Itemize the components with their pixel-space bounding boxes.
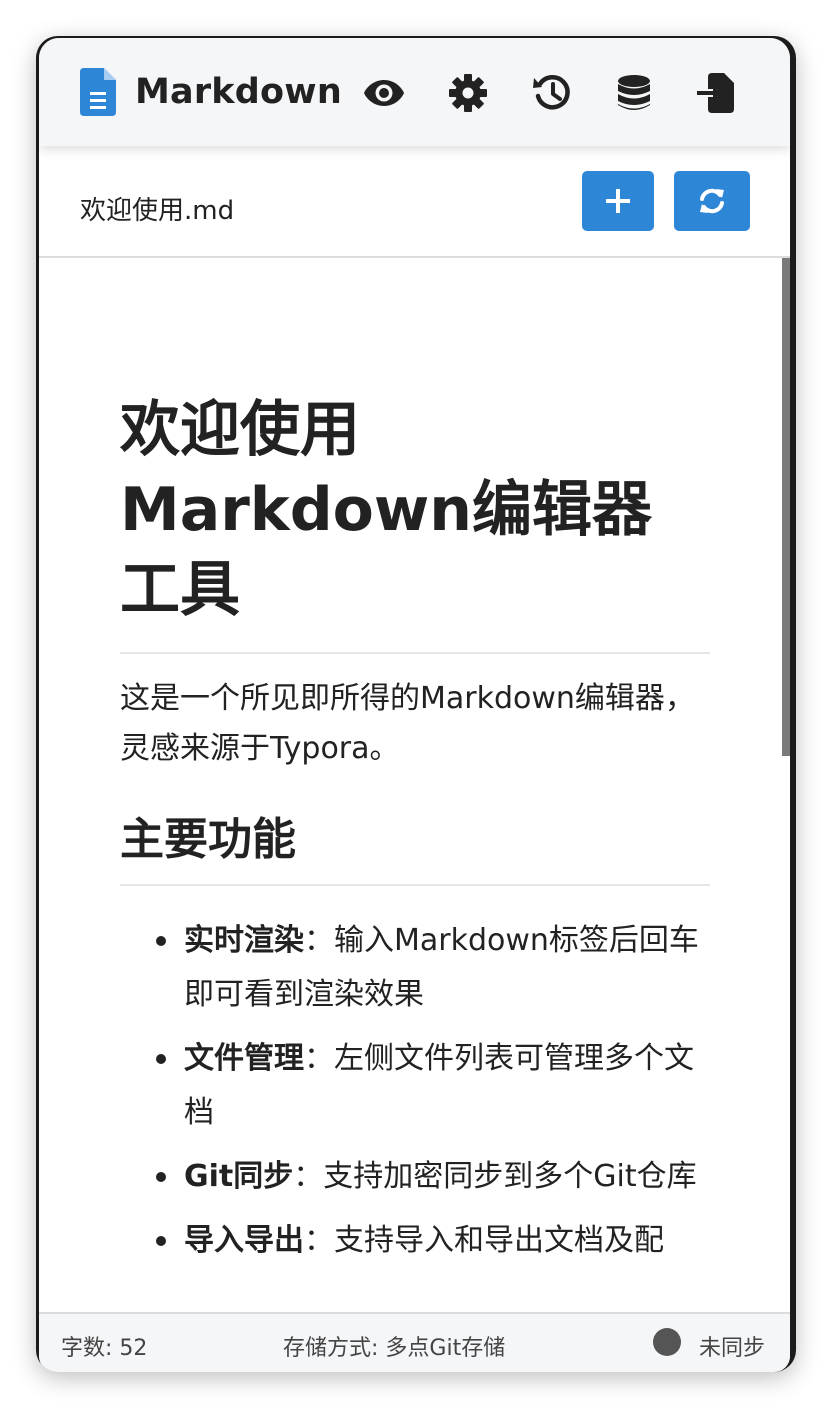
- history-icon: [533, 75, 570, 110]
- feature-description: 支持导入和导出文档及配: [334, 1223, 664, 1258]
- feature-title: 实时渲染: [184, 923, 304, 958]
- scrollbar-thumb[interactable]: [782, 258, 790, 756]
- word-count: 字数: 52: [61, 1336, 148, 1361]
- sync-status: 未同步: [699, 1336, 766, 1361]
- app-window: Markdown 欢迎使用.md 欢迎使用Markdown编辑器工具 这是一个所…: [39, 38, 790, 1372]
- storage-button[interactable]: [613, 72, 655, 114]
- editor-content[interactable]: 欢迎使用Markdown编辑器工具 这是一个所见即所得的Markdown编辑器，…: [39, 258, 790, 1312]
- import-button[interactable]: [695, 72, 737, 114]
- settings-button[interactable]: [447, 72, 489, 114]
- feature-separator: ：: [293, 1159, 324, 1194]
- bullet-icon: [156, 1172, 166, 1182]
- history-button[interactable]: [531, 72, 573, 114]
- status-bar: 字数: 52 存储方式: 多点Git存储 未同步: [39, 1312, 790, 1372]
- list-item: Git同步：支持加密同步到多个Git仓库: [156, 1150, 710, 1204]
- feature-title: Git同步: [184, 1159, 294, 1194]
- feature-separator: ：: [304, 923, 334, 958]
- file-bar: 欢迎使用.md: [39, 146, 790, 258]
- doc-intro-paragraph: 这是一个所见即所得的Markdown编辑器，灵感来源于Typora。: [120, 681, 695, 766]
- list-item: 文件管理：左侧文件列表可管理多个文档: [156, 1032, 710, 1140]
- markdown-document[interactable]: 欢迎使用Markdown编辑器工具 这是一个所见即所得的Markdown编辑器，…: [120, 390, 710, 1278]
- bullet-icon: [156, 936, 166, 946]
- preview-button[interactable]: [363, 72, 405, 114]
- file-import-icon: [697, 73, 734, 113]
- current-filename[interactable]: 欢迎使用.md: [80, 190, 234, 227]
- sync-status-dot-icon: [653, 1328, 681, 1356]
- doc-heading-1: 欢迎使用Markdown编辑器工具: [120, 390, 710, 654]
- refresh-icon: [700, 188, 724, 214]
- bullet-icon: [156, 1236, 166, 1246]
- document-logo-icon: [80, 68, 116, 116]
- feature-title: 导入导出: [184, 1223, 304, 1258]
- new-file-button[interactable]: [582, 171, 654, 231]
- feature-description: 支持加密同步到多个Git仓库: [323, 1159, 697, 1194]
- gear-icon: [449, 74, 487, 112]
- phone-frame: Markdown 欢迎使用.md 欢迎使用Markdown编辑器工具 这是一个所…: [36, 36, 796, 1372]
- bullet-icon: [156, 1054, 166, 1064]
- feature-separator: ：: [304, 1223, 334, 1258]
- sync-button[interactable]: [674, 171, 750, 231]
- plus-icon: [606, 189, 630, 213]
- feature-list: 实时渲染：输入Markdown标签后回车即可看到渲染效果 文件管理：左侧文件列表…: [120, 914, 710, 1268]
- doc-heading-2: 主要功能: [120, 808, 710, 886]
- list-item: 实时渲染：输入Markdown标签后回车即可看到渲染效果: [156, 914, 710, 1022]
- app-header: Markdown: [39, 38, 790, 146]
- storage-mode: 存储方式: 多点Git存储: [283, 1336, 506, 1361]
- feature-title: 文件管理: [184, 1041, 304, 1076]
- app-title: Markdown: [135, 72, 342, 112]
- eye-icon: [364, 80, 404, 106]
- list-item: 导入导出：支持导入和导出文档及配: [156, 1214, 710, 1268]
- feature-separator: ：: [304, 1041, 334, 1076]
- database-icon: [618, 75, 650, 110]
